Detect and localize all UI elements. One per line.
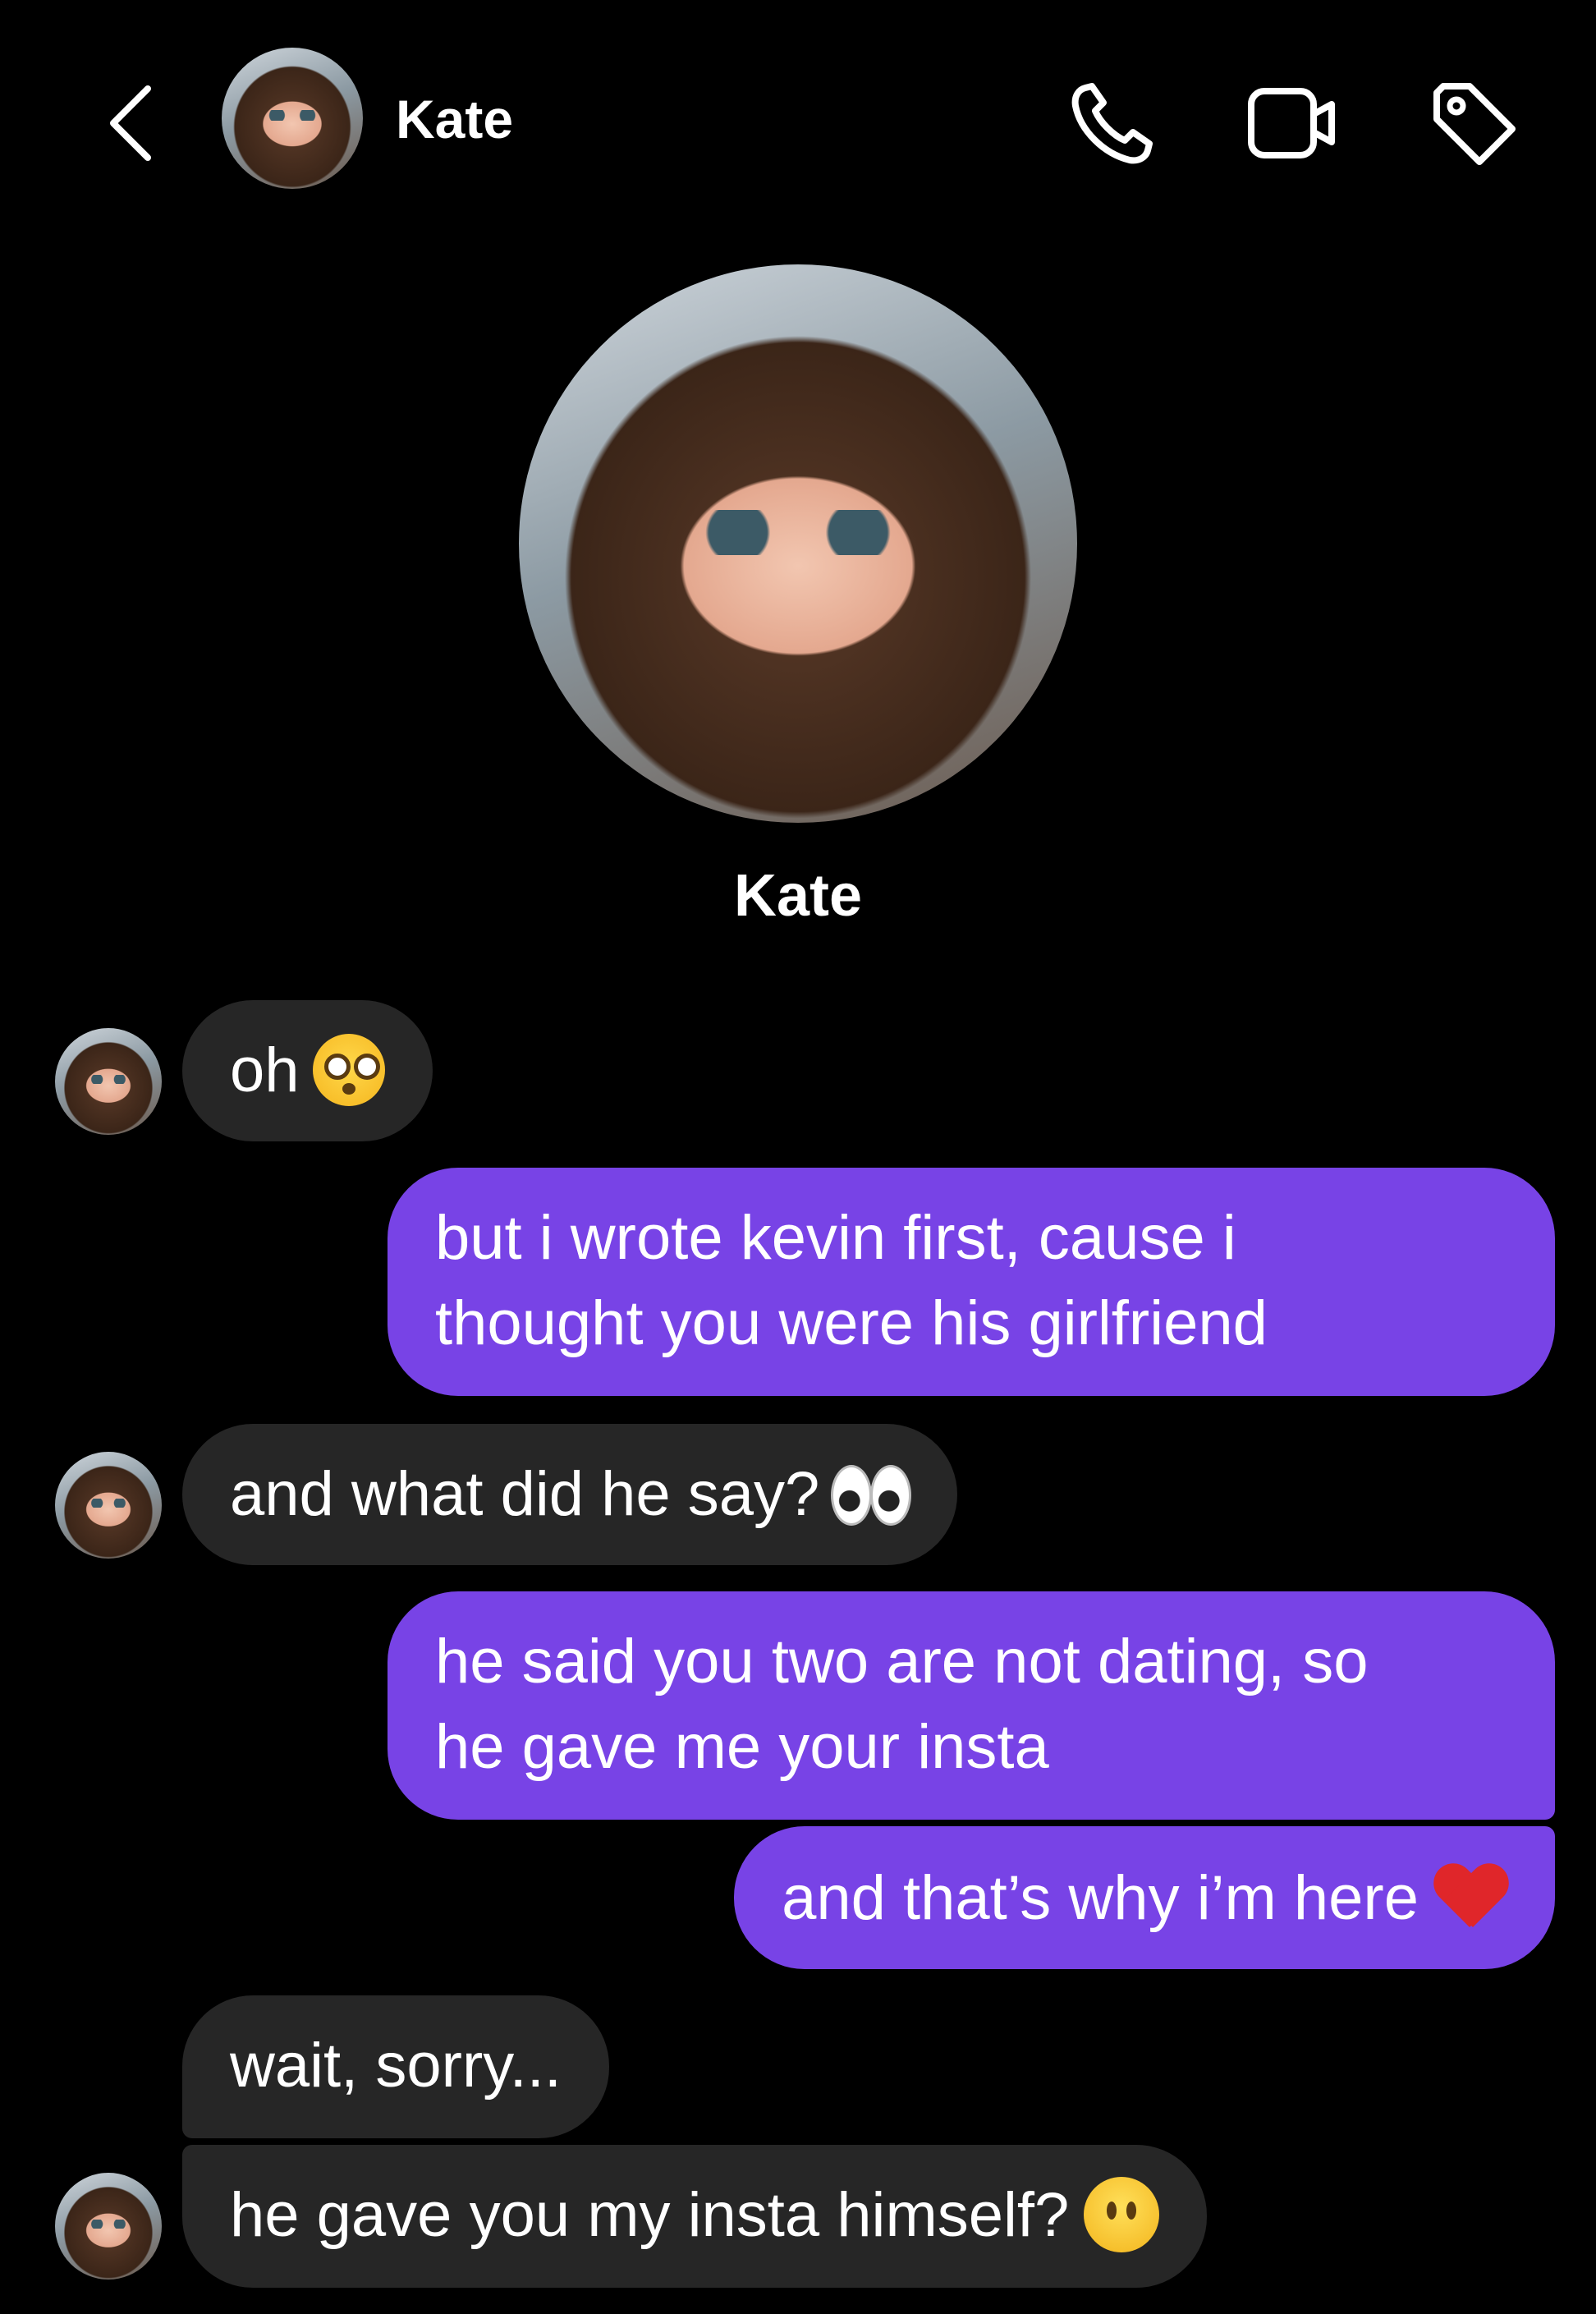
- message-bubble-incoming[interactable]: he gave you my insta himself?: [182, 2145, 1208, 2288]
- profile-name: Kate: [733, 863, 863, 929]
- message-text-line: but i wrote kevin first, cause i: [435, 1203, 1236, 1273]
- video-camera-icon: [1248, 88, 1335, 158]
- chat-header: Kate: [0, 0, 1596, 197]
- sender-avatar[interactable]: [55, 2173, 162, 2280]
- flushed-face-icon: [312, 1033, 385, 1106]
- message-bubble-outgoing[interactable]: but i wrote kevin first, cause i thought…: [388, 1168, 1555, 1396]
- tag-button[interactable]: [1429, 78, 1519, 168]
- sender-avatar[interactable]: [55, 1028, 162, 1135]
- contact-name[interactable]: Kate: [396, 86, 513, 152]
- red-heart-icon: [1433, 1865, 1507, 1931]
- tag-icon: [1433, 83, 1516, 165]
- message-text: wait, sorry...: [230, 2031, 562, 2101]
- sender-avatar[interactable]: [55, 1452, 162, 1559]
- message-text-line: thought you were his girlfriend: [435, 1288, 1268, 1358]
- message-bubble-outgoing[interactable]: he said you two are not dating, so he ga…: [388, 1591, 1555, 1820]
- call-button[interactable]: [1067, 78, 1158, 168]
- message-text: oh: [230, 1035, 300, 1105]
- contact-avatar[interactable]: [222, 48, 363, 189]
- message-text: and what did he say?: [230, 1459, 820, 1529]
- profile-photo[interactable]: [519, 264, 1077, 823]
- eyes-icon: [831, 1464, 912, 1526]
- face-without-mouth-icon: [1084, 2176, 1160, 2252]
- message-bubble-outgoing[interactable]: and that’s why i’m here: [734, 1826, 1555, 1969]
- phone-icon: [1071, 83, 1153, 164]
- back-icon: [110, 85, 151, 161]
- message-bubble-incoming[interactable]: wait, sorry...: [182, 1995, 609, 2138]
- message-text-line: he gave me your insta: [435, 1712, 1049, 1782]
- message-text: and that’s why i’m here: [782, 1863, 1419, 1933]
- message-bubble-incoming[interactable]: and what did he say?: [182, 1424, 958, 1565]
- message-text: he gave you my insta himself?: [230, 2180, 1070, 2250]
- video-call-button[interactable]: [1246, 78, 1337, 168]
- message-bubble-incoming[interactable]: oh: [182, 1000, 433, 1141]
- back-button[interactable]: [99, 82, 164, 164]
- message-text-line: he said you two are not dating, so: [435, 1627, 1369, 1696]
